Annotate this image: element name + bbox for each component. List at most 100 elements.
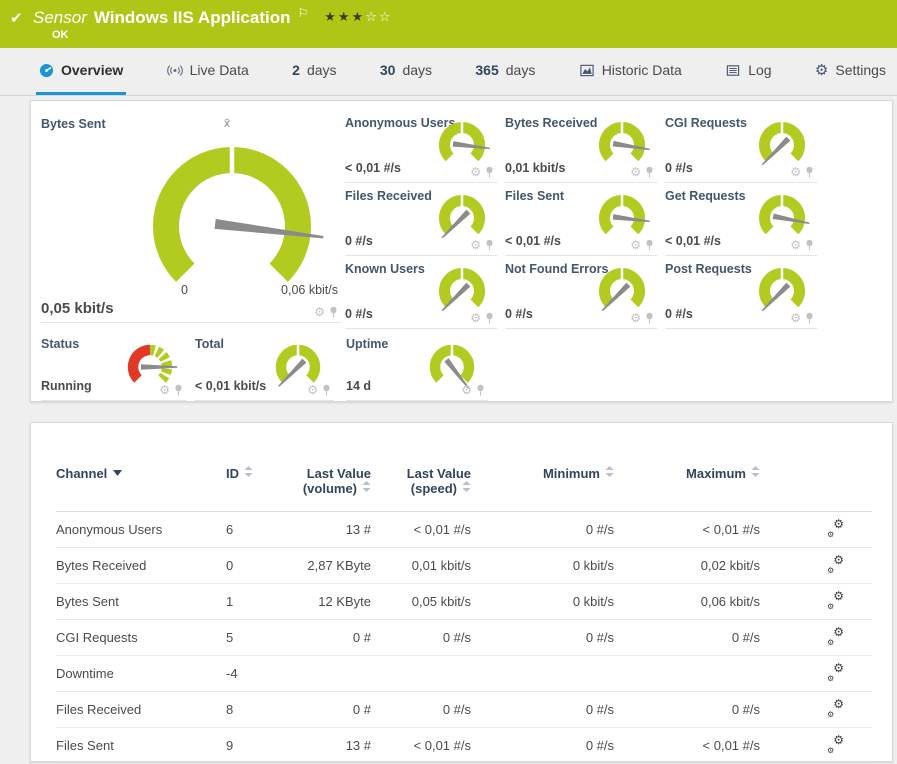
- gauge-actions: ⚙: [470, 239, 494, 251]
- gauge-cell: Uptime 14 d ⚙: [346, 331, 488, 401]
- sort-icon[interactable]: [244, 466, 253, 477]
- cell-id: -4: [226, 655, 283, 692]
- tab-live-data[interactable]: Live Data: [164, 48, 252, 95]
- tab-365-days[interactable]: 365 days: [472, 48, 538, 95]
- channel-settings-icon[interactable]: ⚙ ⚙: [827, 518, 844, 539]
- table-row: Anonymous Users 6 13 # < 0,01 #/s 0 #/s < 0,0…: [56, 511, 872, 548]
- channel-settings-icon[interactable]: ⚙ ⚙: [827, 554, 844, 575]
- pin-icon[interactable]: [329, 306, 338, 318]
- tab-2-days[interactable]: 2 days: [289, 48, 339, 95]
- tab-settings[interactable]: ⚙ Settings: [812, 48, 889, 95]
- flag-icon[interactable]: ⚐: [297, 6, 308, 20]
- pin-icon[interactable]: [645, 312, 654, 324]
- chart-icon: [579, 63, 595, 78]
- gear-icon[interactable]: ⚙: [470, 166, 481, 178]
- channel-settings-icon[interactable]: ⚙ ⚙: [827, 626, 844, 647]
- pin-icon[interactable]: [485, 239, 494, 251]
- gauge-actions: ⚙: [159, 384, 183, 396]
- tab-log[interactable]: Log: [722, 48, 774, 95]
- cell-last-value-speed: 0,01 kbit/s: [371, 547, 471, 584]
- column-header-min[interactable]: Minimum: [471, 466, 614, 512]
- sort-icon[interactable]: [362, 481, 371, 492]
- cell-maximum: < 0,01 #/s: [614, 727, 760, 764]
- gear-icon[interactable]: ⚙: [470, 312, 481, 324]
- cell-last-value-volume: 13 #: [283, 727, 371, 764]
- pin-icon[interactable]: [485, 312, 494, 324]
- column-header-speed[interactable]: Last Value (speed): [371, 466, 471, 512]
- pin-icon[interactable]: [805, 166, 814, 178]
- gear-icon[interactable]: ⚙: [470, 239, 481, 251]
- gauge-title: Bytes Sent: [41, 117, 106, 131]
- gauge-actions: ⚙: [470, 312, 494, 324]
- gear-icon[interactable]: ⚙: [790, 239, 801, 251]
- gear-icon[interactable]: ⚙: [630, 239, 641, 251]
- gauge-value: 14 d: [346, 379, 372, 393]
- gauge-value: 0,05 kbit/s: [41, 300, 114, 317]
- gauge-actions: ⚙: [630, 239, 654, 251]
- tab-30-days[interactable]: 30 days: [377, 48, 435, 95]
- gear-icon[interactable]: ⚙: [307, 384, 318, 396]
- tab-historic-data[interactable]: Historic Data: [576, 48, 685, 95]
- pin-icon[interactable]: [174, 384, 183, 396]
- cell-last-value-volume: 12 KByte: [283, 583, 371, 620]
- channel-settings-icon[interactable]: ⚙ ⚙: [827, 698, 844, 719]
- channel-settings-icon[interactable]: ⚙ ⚙: [827, 734, 844, 755]
- gauge-title: Uptime: [346, 337, 389, 351]
- gear-icon[interactable]: ⚙: [630, 166, 641, 178]
- gauge-actions: ⚙: [790, 166, 814, 178]
- sort-icon[interactable]: [751, 466, 760, 477]
- pin-icon[interactable]: [645, 239, 654, 251]
- priority-stars[interactable]: ★★★☆☆: [324, 9, 392, 24]
- gauge-value: 0 #/s: [505, 307, 533, 321]
- cell-id: 0: [226, 547, 283, 584]
- cell-id: 8: [226, 691, 283, 728]
- gauge-value: 0 #/s: [345, 234, 373, 248]
- pin-icon[interactable]: [485, 166, 494, 178]
- gear-icon[interactable]: ⚙: [790, 312, 801, 324]
- cell-minimum: 0 #/s: [471, 619, 614, 656]
- gear-icon[interactable]: ⚙: [790, 166, 801, 178]
- gauge-actions: ⚙: [630, 166, 654, 178]
- gauge-icon: [39, 63, 54, 78]
- gauge-cell: Bytes Received 0,01 kbit/s ⚙: [505, 110, 657, 183]
- column-header-volume[interactable]: Last Value (volume): [283, 466, 371, 512]
- column-header-id[interactable]: ID: [226, 466, 283, 512]
- gear-icon[interactable]: ⚙: [159, 384, 170, 396]
- cell-minimum: 0 kbit/s: [471, 547, 614, 584]
- table-row: CGI Requests 5 0 #0 #/s 0 #/s 0 #/s ⚙ ⚙: [56, 619, 872, 656]
- column-header-channel[interactable]: Channel: [56, 466, 226, 512]
- cell-actions: ⚙ ⚙: [760, 619, 872, 656]
- page-title: Windows IIS Application: [93, 8, 291, 27]
- cell-id: 1: [226, 583, 283, 620]
- cell-channel: Anonymous Users: [56, 511, 226, 548]
- gauge-title: Files Sent: [505, 189, 565, 203]
- gear-icon[interactable]: ⚙: [461, 384, 472, 396]
- channel-settings-icon[interactable]: ⚙ ⚙: [827, 662, 844, 683]
- cell-actions: ⚙ ⚙: [760, 655, 872, 692]
- gauge-scale-max: 0,06 kbit/s: [281, 283, 338, 297]
- sort-icon[interactable]: [462, 481, 471, 492]
- gauge-dial: [759, 193, 810, 235]
- stars-filled[interactable]: ★★★: [324, 9, 365, 24]
- gear-icon[interactable]: ⚙: [314, 306, 325, 318]
- tab-number: 30: [379, 62, 396, 78]
- channel-settings-icon[interactable]: ⚙ ⚙: [827, 590, 844, 611]
- column-header-max[interactable]: Maximum: [614, 466, 760, 512]
- channels-table-wrap: Channel ID Last Value (volume) Last Value (…: [31, 423, 892, 764]
- tab-label: days: [505, 62, 536, 78]
- cell-id: 9: [226, 727, 283, 764]
- cell-actions: ⚙ ⚙: [760, 691, 872, 728]
- cell-actions: ⚙ ⚙: [760, 583, 872, 620]
- pin-icon[interactable]: [322, 384, 331, 396]
- pin-icon[interactable]: [805, 239, 814, 251]
- pin-icon[interactable]: [476, 384, 485, 396]
- tab-overview[interactable]: Overview: [36, 48, 127, 95]
- gear-icon[interactable]: ⚙: [630, 312, 641, 324]
- gauge-dial: [439, 266, 485, 312]
- gauge-dial: [599, 120, 650, 162]
- pin-icon[interactable]: [645, 166, 654, 178]
- gauge-cell: Known Users 0 #/s ⚙: [345, 256, 497, 329]
- stars-empty[interactable]: ☆☆: [365, 9, 392, 24]
- sort-icon[interactable]: [605, 466, 614, 477]
- pin-icon[interactable]: [805, 312, 814, 324]
